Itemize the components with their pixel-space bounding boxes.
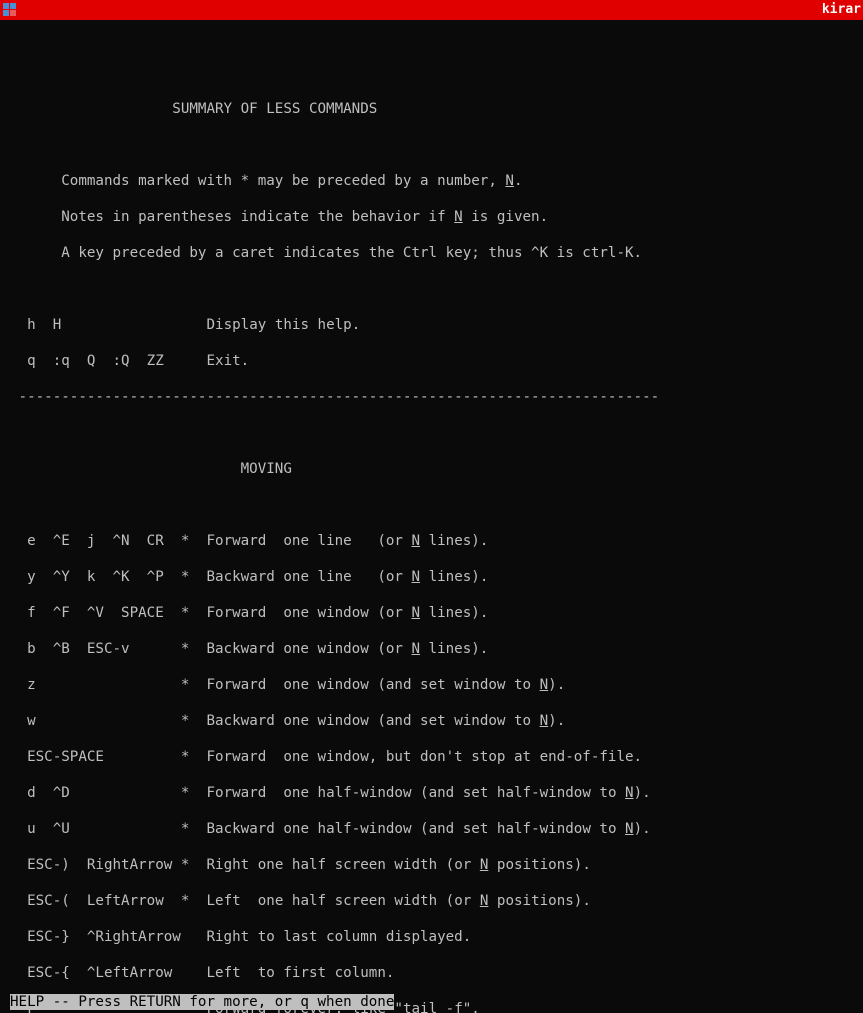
help-title: SUMMARY OF LESS COMMANDS bbox=[172, 101, 377, 117]
less-status-bar: HELP -- Press RETURN for more, or q when… bbox=[10, 993, 394, 1011]
window-titlebar: kirar bbox=[0, 0, 863, 20]
terminal-viewport[interactable]: SUMMARY OF LESS COMMANDS Commands marked… bbox=[0, 20, 863, 1013]
window-manager-icon bbox=[2, 2, 18, 18]
titlebar-user-label: kirar bbox=[822, 0, 861, 20]
moving-heading: MOVING bbox=[241, 461, 292, 477]
divider: ----------------------------------------… bbox=[19, 389, 660, 405]
less-help-content: SUMMARY OF LESS COMMANDS Commands marked… bbox=[0, 38, 863, 1013]
